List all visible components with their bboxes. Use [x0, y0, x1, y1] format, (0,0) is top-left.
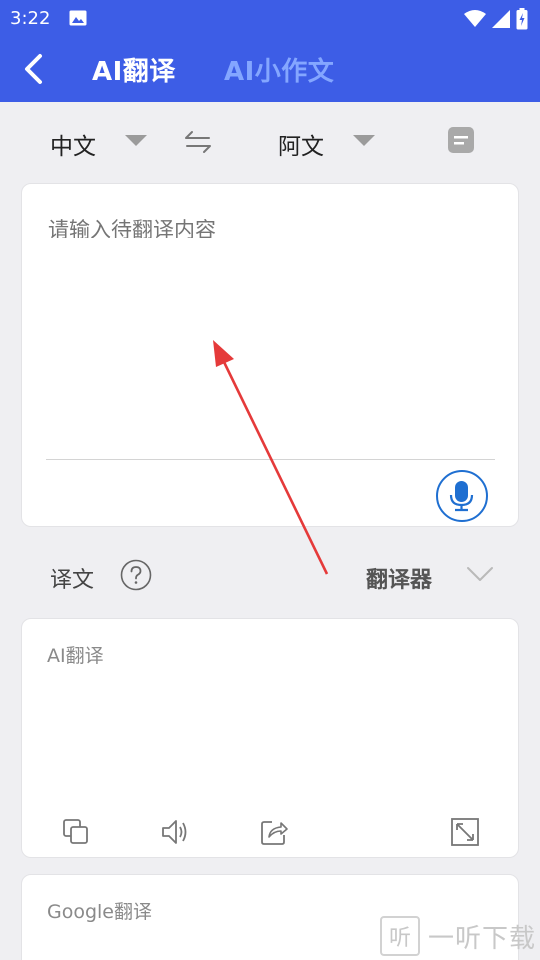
share-icon[interactable] [259, 817, 289, 847]
status-icons [464, 8, 528, 30]
translation-label: 译文 [50, 568, 95, 593]
language-selector-row: 中文 阿文 [0, 102, 540, 180]
voice-input-button[interactable] [436, 470, 488, 522]
tab-ai-translate[interactable]: AI翻译 [92, 51, 176, 88]
swap-icon[interactable] [183, 129, 213, 155]
translator-engine-select[interactable]: 翻译器 [366, 562, 432, 594]
target-language[interactable]: 阿文 [278, 127, 324, 161]
input-card [21, 183, 519, 527]
wifi-icon [464, 10, 486, 27]
output-row: 译文 翻译器 [0, 545, 540, 605]
signal-icon [492, 10, 510, 28]
watermark-text: 一听下载 [428, 923, 537, 954]
speaker-icon[interactable] [160, 817, 190, 847]
watermark: 听 一听下载 [380, 916, 536, 956]
translate-input[interactable] [48, 214, 488, 238]
target-language-dropdown-icon[interactable] [353, 135, 375, 146]
note-icon[interactable] [447, 126, 475, 154]
help-icon[interactable] [120, 559, 152, 591]
status-time: 3:22 [10, 8, 51, 29]
back-arrow-icon[interactable] [20, 53, 48, 85]
ai-translation-card: AI翻译 [21, 618, 519, 858]
tab-ai-essay[interactable]: AI小作文 [224, 51, 334, 88]
expand-icon[interactable] [450, 817, 480, 847]
google-translation-title: Google翻译 [47, 901, 153, 923]
ai-translation-title: AI翻译 [47, 645, 104, 667]
battery-icon [516, 8, 528, 30]
status-bar: 3:22 [0, 0, 540, 36]
source-language-dropdown-icon[interactable] [125, 135, 147, 146]
app-bar: AI翻译 AI小作文 [0, 36, 540, 102]
source-language[interactable]: 中文 [50, 127, 96, 161]
watermark-logo-icon: 听 [380, 916, 420, 956]
input-divider [46, 459, 495, 460]
copy-icon[interactable] [61, 817, 91, 847]
mic-icon [449, 481, 474, 512]
image-notification-icon [69, 10, 87, 26]
chevron-down-icon[interactable] [466, 565, 494, 583]
